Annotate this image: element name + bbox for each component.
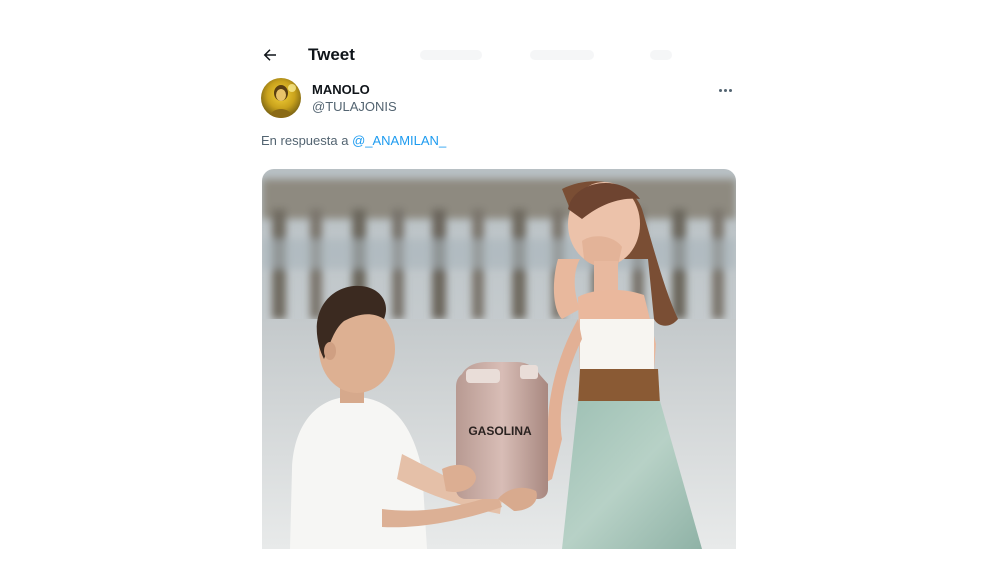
- page-title: Tweet: [308, 45, 355, 64]
- avatar[interactable]: [261, 78, 301, 118]
- tweet-author: MANOLO @TULAJONIS: [261, 78, 737, 122]
- page-header: Tweet: [250, 36, 750, 74]
- ghost-placeholder: [650, 50, 672, 60]
- author-name[interactable]: MANOLO: [312, 82, 370, 97]
- back-button[interactable]: [252, 37, 288, 73]
- tweet-media-image[interactable]: GASOLINA: [262, 169, 736, 549]
- author-handle[interactable]: @TULAJONIS: [312, 99, 397, 114]
- jug-label: GASOLINA: [468, 424, 532, 438]
- reply-context: En respuesta a @_ANAMILAN_: [261, 133, 446, 148]
- more-options-button[interactable]: [713, 80, 737, 100]
- more-dots-icon: [718, 88, 722, 92]
- ghost-placeholder: [420, 50, 482, 60]
- reply-to-link[interactable]: @_ANAMILAN_: [352, 133, 446, 148]
- reply-prefix: En respuesta a: [261, 133, 353, 148]
- back-arrow-icon: [263, 49, 276, 61]
- ghost-placeholder: [530, 50, 594, 60]
